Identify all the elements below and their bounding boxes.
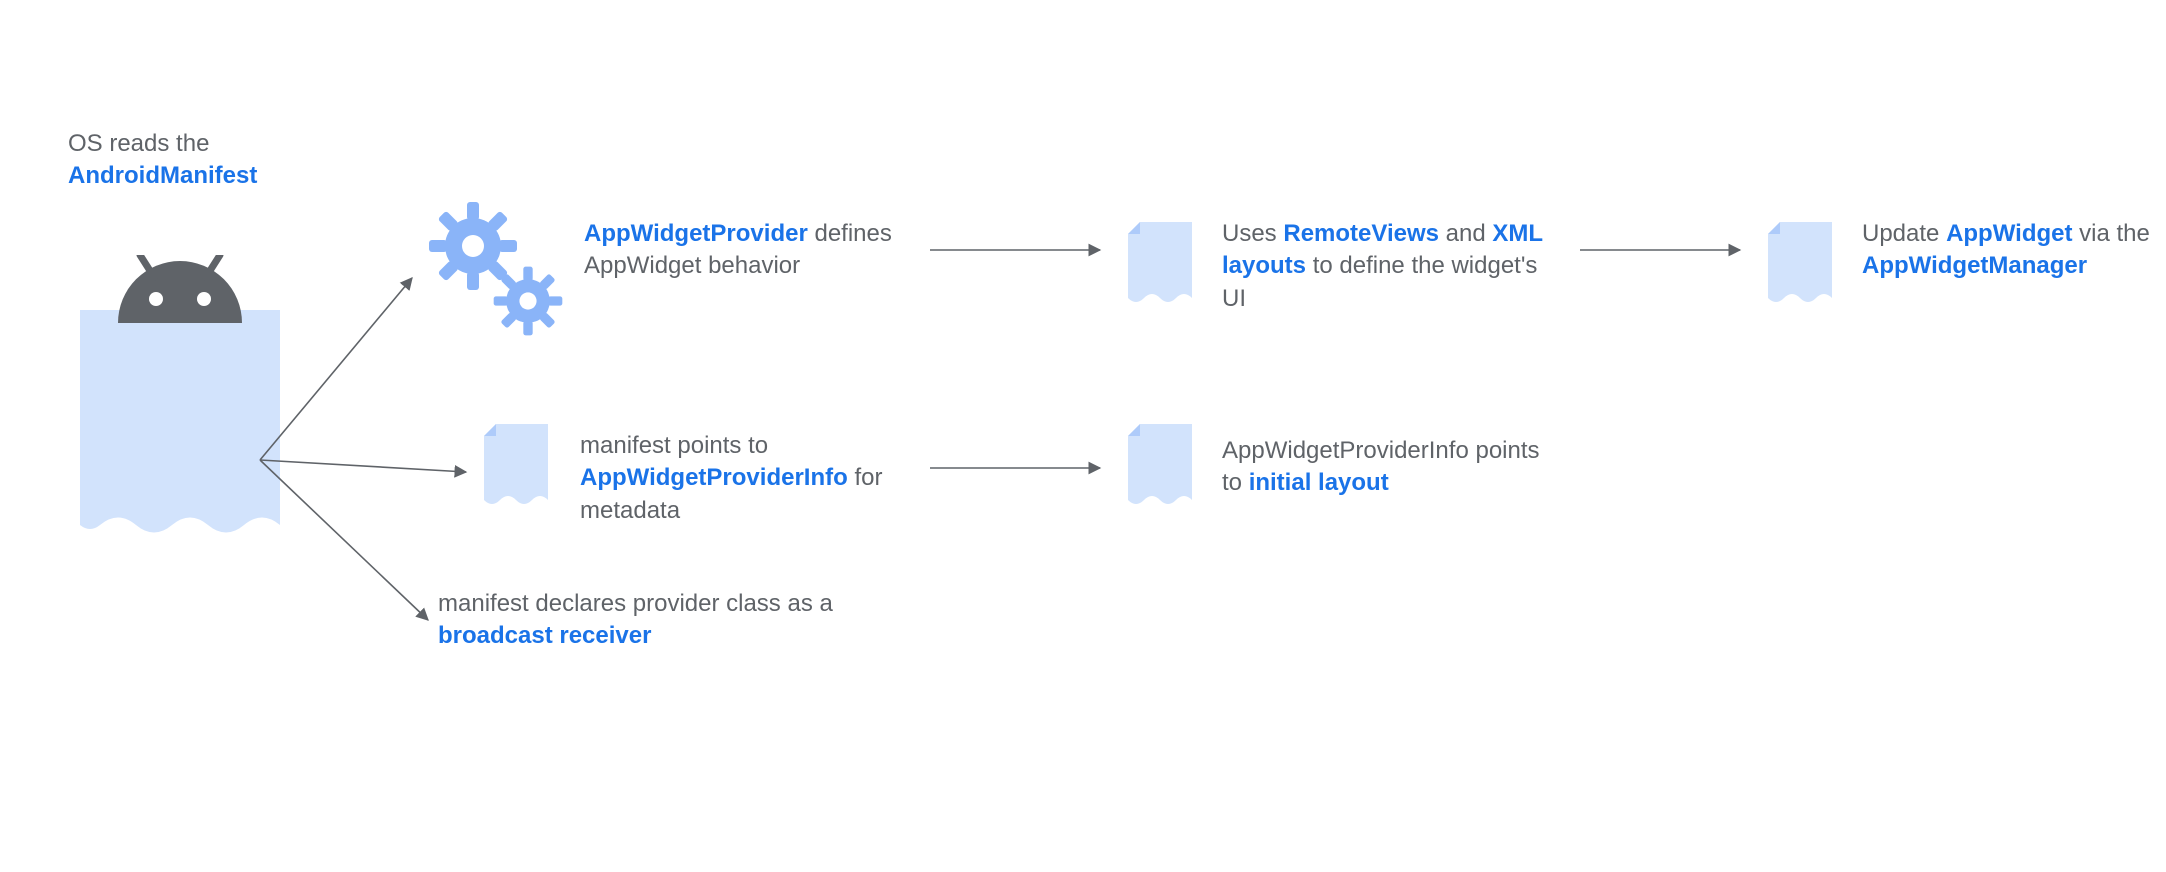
txt-up-mid: via the xyxy=(2072,220,2149,247)
kw-appwidget: AppWidget xyxy=(1946,220,2072,247)
txt-pi-pre: manifest points to xyxy=(580,432,768,459)
node-remoteviews: Uses RemoteViews and XML layouts to defi… xyxy=(1222,218,1562,315)
node-broadcast-receiver: manifest declares provider class as a br… xyxy=(438,588,898,653)
diagram-stage: OS reads the AndroidManifest xyxy=(0,0,2166,872)
kw-appwidgetmanager: AppWidgetManager xyxy=(1862,252,2087,279)
page-icon xyxy=(478,422,553,512)
kw-appwidgetprovider: AppWidgetProvider xyxy=(584,220,808,247)
page-icon xyxy=(1762,220,1837,310)
intro-line1: OS reads the xyxy=(68,130,209,157)
kw-appwidgetproviderinfo: AppWidgetProviderInfo xyxy=(580,464,848,491)
node-providerinfo: manifest points to AppWidgetProviderInfo… xyxy=(580,430,920,527)
kw-broadcast-receiver: broadcast receiver xyxy=(438,622,651,649)
intro-text: OS reads the AndroidManifest xyxy=(68,128,368,193)
node-update-appwidget: Update AppWidget via the AppWidgetManage… xyxy=(1862,218,2162,283)
page-icon xyxy=(1122,422,1197,512)
node-initial-layout: AppWidgetProviderInfo points to initial … xyxy=(1222,435,1562,500)
txt-bc-pre: manifest declares provider class as a xyxy=(438,590,833,617)
android-manifest-icon xyxy=(72,255,288,555)
node-appwidgetprovider: AppWidgetProvider defines AppWidget beha… xyxy=(584,218,894,283)
txt-rv-pre: Uses xyxy=(1222,220,1283,247)
txt-rv-mid: and xyxy=(1439,220,1492,247)
page-icon xyxy=(1122,220,1197,310)
kw-initial-layout: initial layout xyxy=(1249,469,1389,496)
gears-icon xyxy=(418,196,568,346)
intro-keyword: AndroidManifest xyxy=(68,162,257,189)
kw-remoteviews: RemoteViews xyxy=(1283,220,1439,247)
arrow-to-providerinfo xyxy=(260,460,466,472)
txt-up-pre: Update xyxy=(1862,220,1946,247)
